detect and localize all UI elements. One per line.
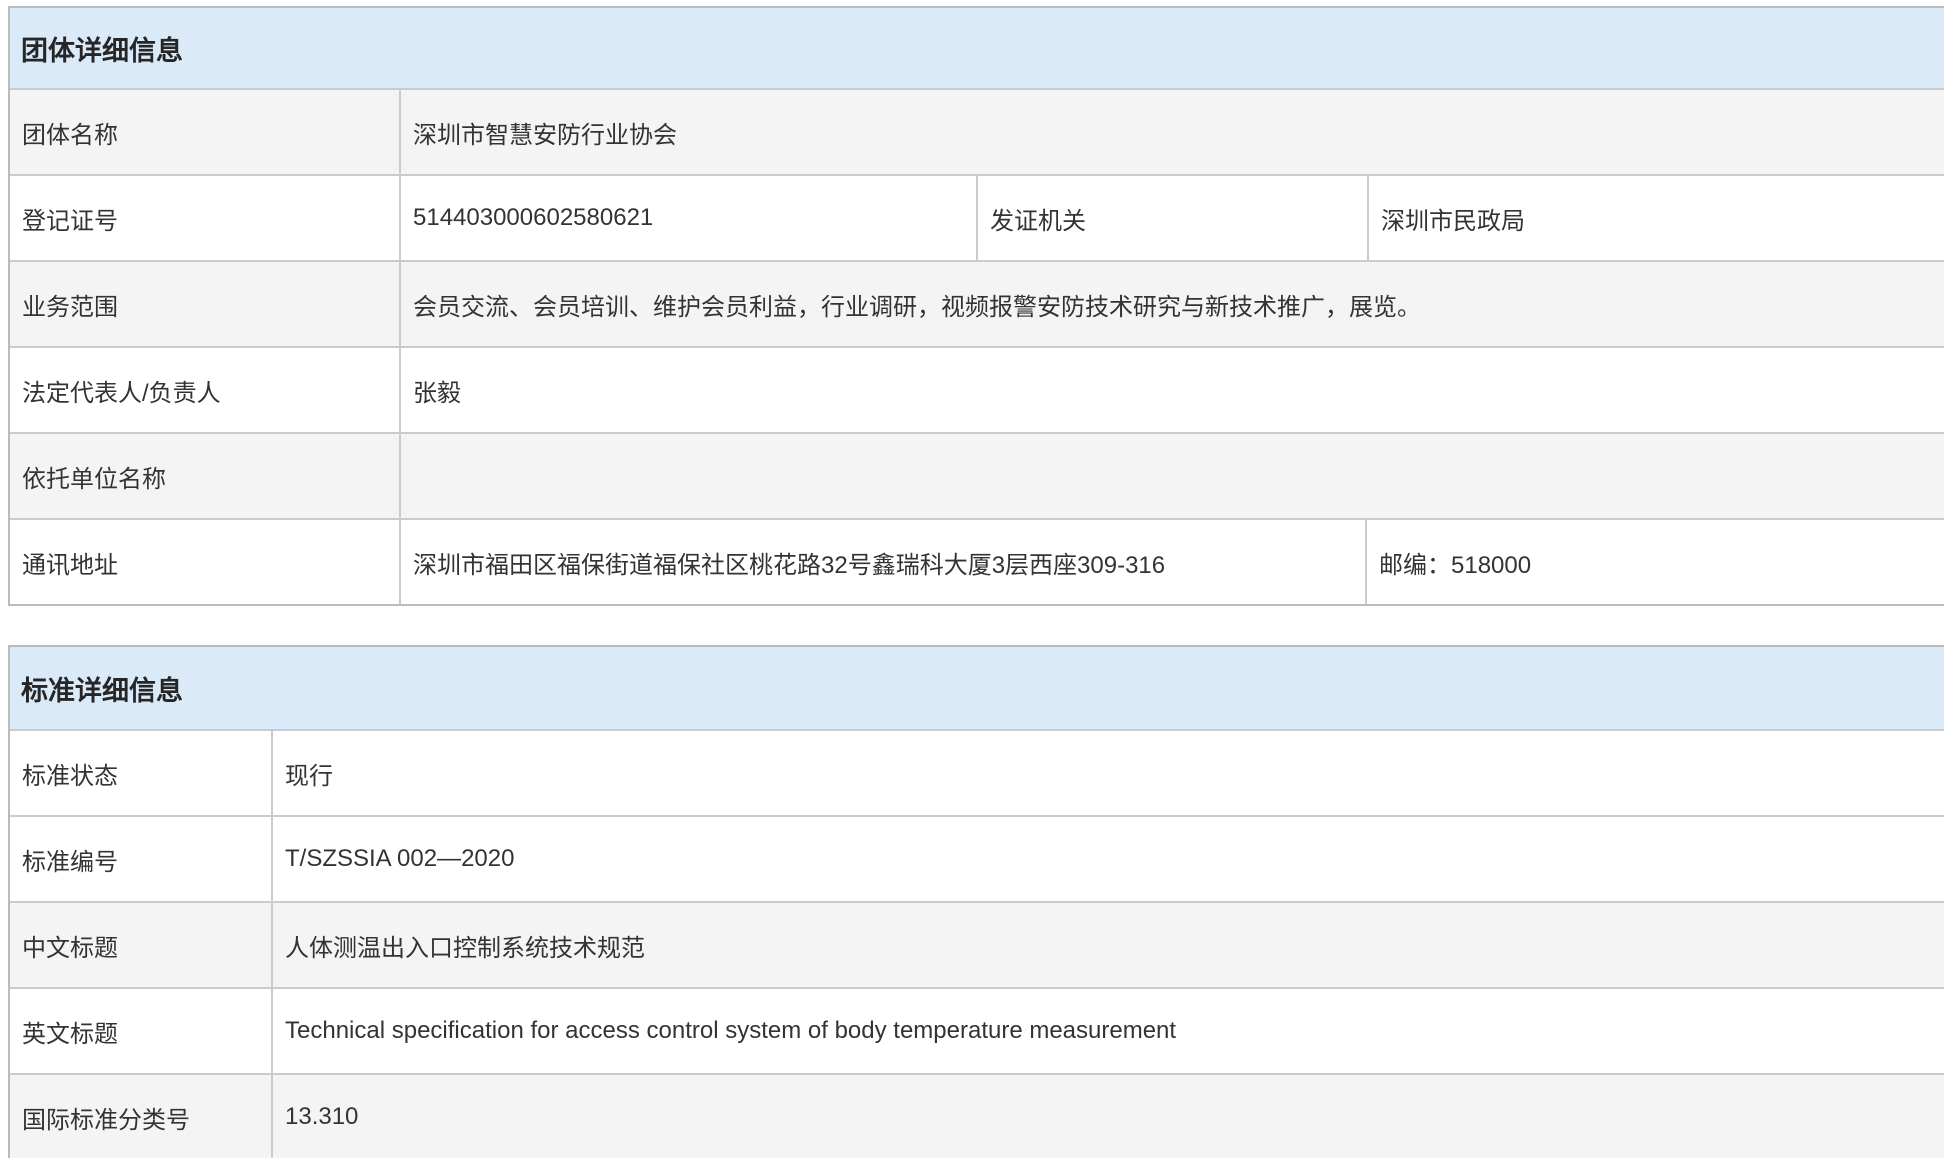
table-row: 业务范围 会员交流、会员培训、维护会员利益，行业调研，视频报警安防技术研究与新技…	[10, 260, 1944, 346]
chinese-title-value: 人体测温出入口控制系统技术规范	[271, 903, 1944, 987]
standard-status-label: 标准状态	[10, 731, 271, 815]
chinese-title-label: 中文标题	[10, 903, 271, 987]
legal-representative-label: 法定代表人/负责人	[10, 348, 399, 432]
standard-detail-title: 标准详细信息	[21, 669, 183, 708]
supporting-unit-value	[399, 434, 1944, 518]
address-value: 深圳市福田区福保街道福保社区桃花路32号鑫瑞科大厦3层西座309-316	[399, 520, 1365, 604]
english-title-label: 英文标题	[10, 989, 271, 1073]
legal-representative-value: 张毅	[399, 348, 1944, 432]
table-row: 通讯地址 深圳市福田区福保街道福保社区桃花路32号鑫瑞科大厦3层西座309-31…	[10, 518, 1944, 604]
business-scope-value: 会员交流、会员培训、维护会员利益，行业调研，视频报警安防技术研究与新技术推广，展…	[399, 262, 1944, 346]
business-scope-label: 业务范围	[10, 262, 399, 346]
table-row: 中文标题 人体测温出入口控制系统技术规范	[10, 901, 1944, 987]
group-detail-table: 团体详细信息 团体名称 深圳市智慧安防行业协会 登记证号 51440300060…	[8, 6, 1944, 606]
table-row: 英文标题 Technical specification for access …	[10, 987, 1944, 1073]
ics-number-value: 13.310	[271, 1075, 1944, 1158]
supporting-unit-label: 依托单位名称	[10, 434, 399, 518]
table-row: 团体名称 深圳市智慧安防行业协会	[10, 88, 1944, 174]
group-name-label: 团体名称	[10, 90, 399, 174]
registration-number-value: 514403000602580621	[399, 176, 976, 260]
group-name-value: 深圳市智慧安防行业协会	[399, 90, 1944, 174]
address-label: 通讯地址	[10, 520, 399, 604]
table-row: 登记证号 514403000602580621 发证机关 深圳市民政局	[10, 174, 1944, 260]
table-row: 国际标准分类号 13.310	[10, 1073, 1944, 1158]
standard-number-label: 标准编号	[10, 817, 271, 901]
group-detail-title: 团体详细信息	[21, 29, 183, 68]
standard-status-value: 现行	[271, 731, 1944, 815]
english-title-value: Technical specification for access contr…	[271, 989, 1944, 1073]
ics-number-label: 国际标准分类号	[10, 1075, 271, 1158]
standard-number-value: T/SZSSIA 002—2020	[271, 817, 1944, 901]
postcode-value: 邮编：518000	[1365, 520, 1944, 604]
issuing-authority-value: 深圳市民政局	[1367, 176, 1944, 260]
table-row: 标准编号 T/SZSSIA 002—2020	[10, 815, 1944, 901]
standard-detail-table: 标准详细信息 标准状态 现行 标准编号 T/SZSSIA 002—2020 中文…	[8, 645, 1944, 1158]
table-row: 标准状态 现行	[10, 729, 1944, 815]
table-row: 依托单位名称	[10, 432, 1944, 518]
group-detail-header: 团体详细信息	[10, 8, 1944, 88]
standard-detail-header: 标准详细信息	[10, 647, 1944, 729]
table-row: 法定代表人/负责人 张毅	[10, 346, 1944, 432]
registration-number-label: 登记证号	[10, 176, 399, 260]
issuing-authority-label: 发证机关	[976, 176, 1367, 260]
